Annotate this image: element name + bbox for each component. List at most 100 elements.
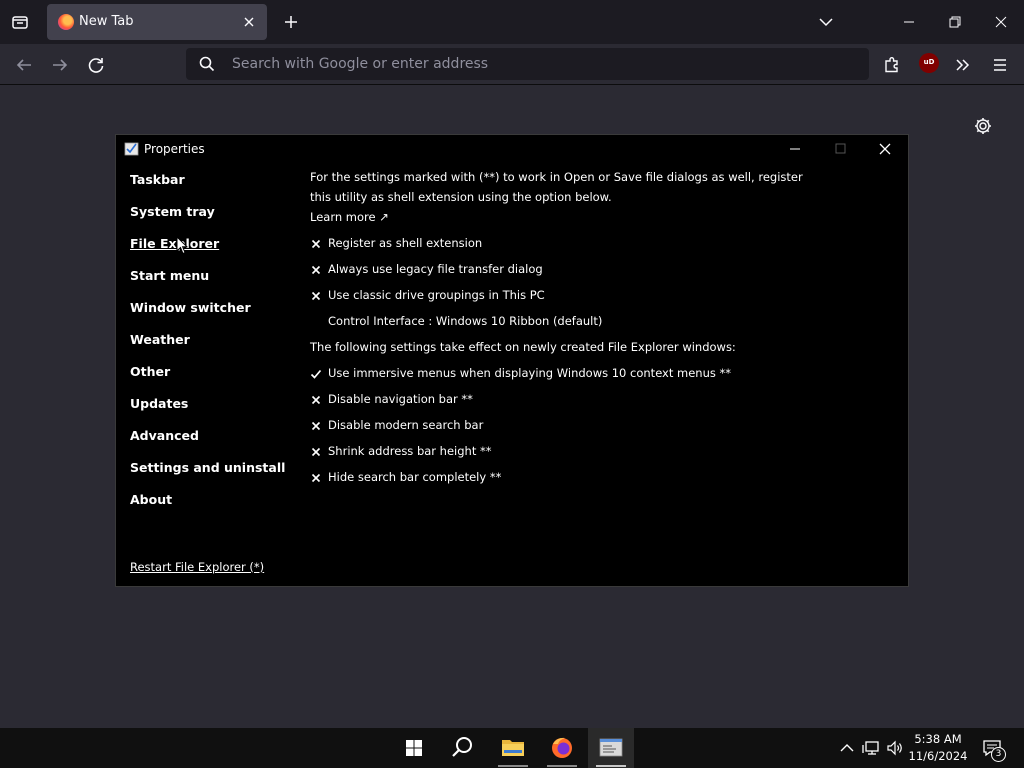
url-bar-placeholder: Search with Google or enter address <box>232 56 489 72</box>
firefox-view-button[interactable] <box>6 8 34 36</box>
plus-icon <box>285 16 297 28</box>
sidebar-item-window-switcher[interactable]: Window switcher <box>130 300 251 315</box>
chevron-up-icon <box>840 744 854 752</box>
sidebar-item-start-menu[interactable]: Start menu <box>130 268 209 283</box>
browser-minimize-button[interactable] <box>886 0 932 44</box>
tab-new-tab[interactable]: New Tab <box>47 4 267 40</box>
list-all-tabs-button[interactable] <box>812 8 840 36</box>
close-icon <box>244 17 254 27</box>
ublock-origin-button[interactable]: uD <box>919 53 939 73</box>
option-label: Use immersive menus when displaying Wind… <box>328 366 732 380</box>
restore-icon <box>949 16 961 28</box>
properties-close-button[interactable] <box>862 135 908 163</box>
control-interface-label: Control Interface : Windows 10 Ribbon (d… <box>328 314 603 328</box>
arrow-right-icon <box>53 59 68 71</box>
x-mark-icon <box>311 239 321 249</box>
x-mark-icon <box>311 395 321 405</box>
sidebar-item-settings-and-uninstall[interactable]: Settings and uninstall <box>130 460 285 475</box>
running-indicator <box>547 765 577 767</box>
mouse-pointer-icon <box>176 236 188 255</box>
extensions-button[interactable] <box>877 50 907 80</box>
url-bar[interactable]: Search with Google or enter address <box>186 48 869 80</box>
clock-time[interactable]: 5:38 AM <box>908 732 968 746</box>
app-menu-button[interactable] <box>985 50 1015 80</box>
taskbar-search-button[interactable] <box>439 728 485 768</box>
chevron-down-icon <box>819 18 833 27</box>
tab-title: New Tab <box>79 14 134 29</box>
sidebar-item-about[interactable]: About <box>130 492 172 507</box>
checkmark-icon <box>310 369 322 379</box>
sidebar-item-system-tray[interactable]: System tray <box>130 204 215 219</box>
close-icon <box>995 16 1007 28</box>
browser-restore-button[interactable] <box>932 0 978 44</box>
option-label: Use classic drive groupings in This PC <box>328 288 545 302</box>
network-icon <box>862 741 879 755</box>
sidebar-item-taskbar[interactable]: Taskbar <box>130 172 185 187</box>
arrow-left-icon <box>16 59 31 71</box>
properties-app-icon <box>124 142 139 156</box>
taskbar-firefox[interactable] <box>539 728 585 768</box>
firefox-icon <box>552 737 572 758</box>
firefox-favicon-icon <box>58 14 74 30</box>
volume-icon <box>887 740 902 756</box>
properties-minimize-button[interactable] <box>772 135 818 163</box>
back-button[interactable] <box>9 50 39 80</box>
properties-titlebar[interactable]: Properties <box>116 135 908 163</box>
sidebar-item-advanced[interactable]: Advanced <box>130 428 199 443</box>
properties-app-icon <box>599 738 623 757</box>
notification-count-badge: 3 <box>991 747 1006 762</box>
learn-more-link[interactable]: Learn more ↗ <box>310 210 389 224</box>
running-indicator <box>498 765 528 767</box>
puzzle-piece-icon <box>885 57 898 73</box>
clock-date[interactable]: 11/6/2024 <box>908 749 968 763</box>
minimize-icon <box>904 21 914 23</box>
tab-close-button[interactable] <box>239 12 259 32</box>
show-hidden-icons-button[interactable] <box>837 738 857 758</box>
option-label: Disable modern search bar <box>328 418 484 432</box>
sidebar-item-other[interactable]: Other <box>130 364 170 379</box>
file-explorer-icon <box>502 740 524 756</box>
browser-close-button[interactable] <box>978 0 1024 44</box>
more-tools-button[interactable] <box>948 50 978 80</box>
firefox-view-icon <box>12 16 28 29</box>
sidebar-item-weather[interactable]: Weather <box>130 332 190 347</box>
windows-taskbar: 5:38 AM 11/6/2024 <box>0 728 1024 768</box>
properties-maximize-button[interactable] <box>817 135 863 163</box>
ublock-badge-text: uD <box>923 58 935 66</box>
browser-navbar: Search with Google or enter address uD <box>0 44 1024 85</box>
reload-icon <box>88 58 104 73</box>
hamburger-menu-icon <box>994 59 1006 71</box>
maximize-icon <box>835 143 846 154</box>
option-label: Always use legacy file transfer dialog <box>328 262 543 276</box>
double-chevron-right-icon <box>956 59 970 71</box>
windows-start-icon <box>406 740 422 756</box>
reload-button[interactable] <box>81 50 111 80</box>
new-tab-button[interactable] <box>277 8 305 36</box>
start-button[interactable] <box>391 728 437 768</box>
browser-tabstrip: New Tab <box>0 0 1024 44</box>
option-label: Hide search bar completely ** <box>328 470 502 484</box>
option-label: Shrink address bar height ** <box>328 444 492 458</box>
sidebar-item-file-explorer[interactable]: File Explorer <box>130 236 219 251</box>
properties-window: Properties Taskbar System tray File Expl… <box>115 134 909 587</box>
restart-file-explorer-link[interactable]: Restart File Explorer (*) <box>130 560 264 574</box>
gear-icon <box>975 118 991 134</box>
close-icon <box>879 143 891 155</box>
sidebar-item-updates[interactable]: Updates <box>130 396 188 411</box>
window-title: Properties <box>144 142 205 156</box>
network-tray-button[interactable] <box>861 738 881 758</box>
taskbar-properties-app[interactable] <box>588 728 634 768</box>
section-note: The following settings take effect on ne… <box>310 340 736 354</box>
x-mark-icon <box>311 447 321 457</box>
x-mark-icon <box>311 421 321 431</box>
x-mark-icon <box>311 473 321 483</box>
running-indicator <box>596 765 626 767</box>
volume-tray-button[interactable] <box>885 738 905 758</box>
newtab-settings-button[interactable] <box>972 115 994 137</box>
option-label: Disable navigation bar ** <box>328 392 473 406</box>
taskbar-file-explorer[interactable] <box>490 728 536 768</box>
forward-button[interactable] <box>45 50 75 80</box>
search-icon <box>199 56 215 72</box>
x-mark-icon <box>311 265 321 275</box>
intro-text-line-1: For the settings marked with (**) to wor… <box>310 170 803 184</box>
